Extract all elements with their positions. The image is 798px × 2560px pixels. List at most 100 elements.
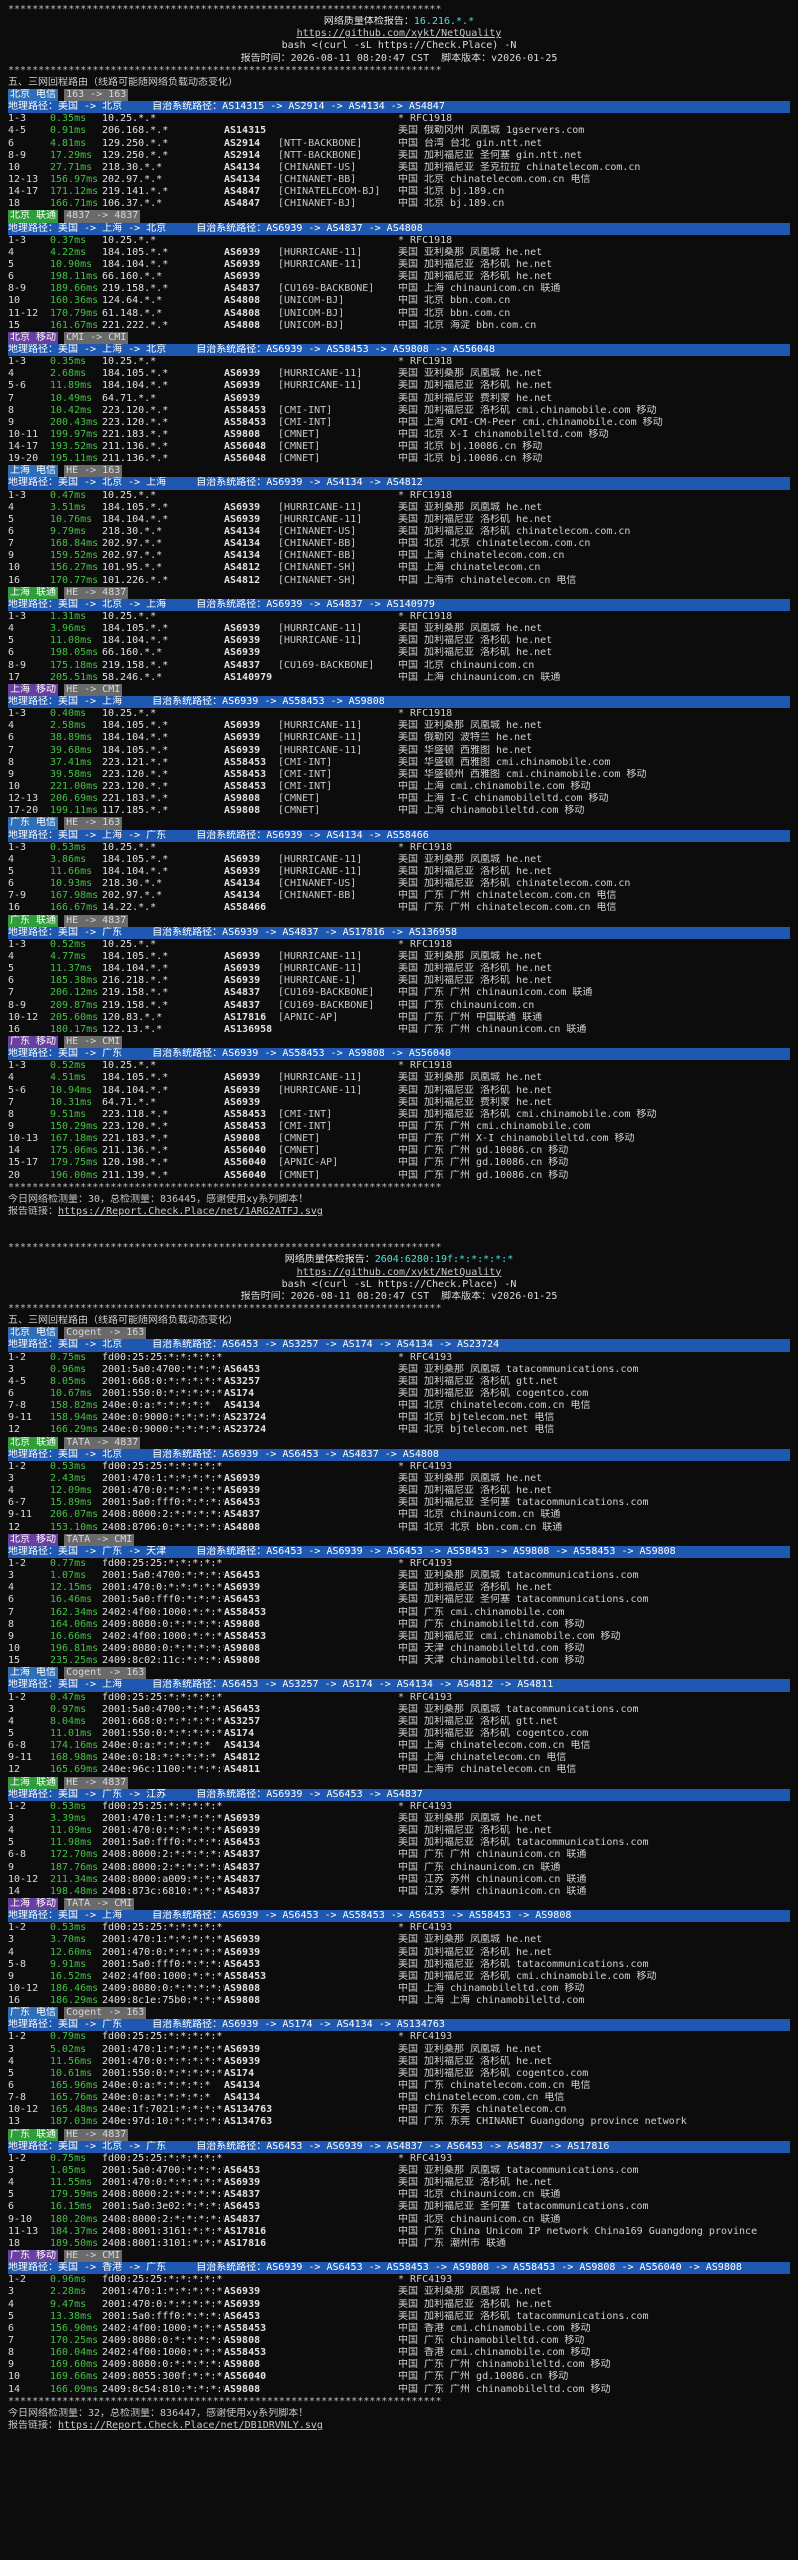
hop-ip: 184.105.*.* xyxy=(102,368,169,380)
hop-network xyxy=(278,356,398,368)
hop-ip: 2408:8000:2:*:*:*:*:* xyxy=(102,2213,224,2225)
hop-location: 美国 亚利桑那 凤凰城 he.net xyxy=(398,950,543,962)
hop-network: [CHINANET-SH] xyxy=(278,562,357,574)
hop-ip: 2408:8000:2:*:*:*:*:* xyxy=(102,1861,224,1873)
hop-asn: AS9808 xyxy=(224,428,261,440)
hop-asn: AS3257 xyxy=(224,1375,261,1387)
hop-latency: 199.97ms xyxy=(50,428,99,440)
hop-latency: 11.89ms xyxy=(50,380,93,392)
hop-row: 19-20 195.11ms 211.136.*.* AS56048 [CMNET] 中国… xyxy=(8,453,790,465)
hop-row: 1-2 0.75ms fd00:25:25:*:*:*:*:* * RFC4193 xyxy=(8,2153,790,2165)
carrier-tag: 上海 联通 xyxy=(8,1776,59,1789)
hop-location: 中国 北京 bbn.com.cn xyxy=(398,307,511,319)
hop-ip: 240e:97d:10:*:*:*:*:* xyxy=(102,2116,224,2128)
hop-number: 1-3 xyxy=(8,841,27,853)
hop-location: 美国 加利福尼亚 洛杉矶 chinatelecom.com.cn xyxy=(398,526,631,538)
hop-ip: 2409:8080:0:*:*:*:*:* xyxy=(102,2359,224,2371)
repo-link-line: https://github.com/xykt/NetQuality xyxy=(8,28,790,40)
hop-location: 中国 广东 广州 chinamobileltd.com 移动 xyxy=(398,2383,611,2395)
hop-location: 美国 加利福尼亚 洛杉矶 he.net xyxy=(398,2055,553,2067)
hop-network xyxy=(278,647,398,659)
repo-link[interactable]: https://github.com/xykt/NetQuality xyxy=(297,1267,502,1278)
report-link[interactable]: https://Report.Check.Place/net/1ARG2ATFJ… xyxy=(58,1206,323,1217)
hop-network xyxy=(278,235,398,247)
hop-asn xyxy=(224,2031,278,2043)
hop-number: 7 xyxy=(8,2335,15,2346)
hop-number: 15-17 xyxy=(8,1157,39,1169)
hop-number: 7 xyxy=(8,987,15,999)
hop-latency: 175.06ms xyxy=(50,1145,99,1157)
hop-network xyxy=(278,1849,398,1861)
hop-latency: 10.94ms xyxy=(50,1084,93,1096)
hop-number: 1-2 xyxy=(8,1922,27,1934)
hop-network: [HURRICANE-11] xyxy=(278,513,363,525)
hop-latency: 12.09ms xyxy=(50,1485,93,1497)
hop-asn xyxy=(224,1801,278,1813)
hop-latency: 12.15ms xyxy=(50,1582,93,1594)
carrier-path-tag: HE -> CMI xyxy=(64,683,123,697)
hop-latency: 184.37ms xyxy=(50,2225,99,2237)
hop-number: 6 xyxy=(8,1594,15,1606)
hop-row: 5 10.76ms 184.104.*.* AS6939 [HURRICANE-11] 美… xyxy=(8,514,790,526)
hop-number: 10 xyxy=(8,295,21,307)
hop-network: [CHINATELECOM-BJ] xyxy=(278,186,381,198)
hop-location: 中国 北京 bjtelecom.net 电信 xyxy=(398,1412,555,1424)
report-link[interactable]: https://Report.Check.Place/net/DB1DRVNLY… xyxy=(58,2420,323,2431)
separator-line: ****************************************… xyxy=(8,64,442,76)
hop-row: 4 12.15ms 2001:470:0:*:*:*:*:* AS6939 美国 加利福… xyxy=(8,1582,790,1594)
hop-row: 3 0.97ms 2001:5a0:4700:*:*:*:*:*AS6453 美国 亚… xyxy=(8,1704,790,1716)
hop-location: * RFC1918 xyxy=(398,708,453,720)
hop-location: 中国 广东 chinatelecom.com.cn 电信 xyxy=(398,2080,591,2092)
carrier-path-tag: HE -> 163 xyxy=(64,817,123,830)
hop-number: 18 xyxy=(8,2237,21,2249)
hop-location: 中国 广东 广州 gd.10086.cn 移动 xyxy=(398,2371,569,2383)
hop-row: 16 180.17ms 122.13.*.* AS136958 中国 广东 广州 chi… xyxy=(8,1024,790,1036)
hop-asn: AS4134 xyxy=(224,2080,261,2092)
hop-ip: 240e:0:a:*:*:*:*:* xyxy=(102,2080,211,2092)
hop-ip: 10.25.*.* xyxy=(102,489,157,501)
hop-location: 美国 加利福尼亚 洛杉矶 he.net xyxy=(398,1825,553,1837)
hop-row: 6 16.46ms 2001:5a0:fff0:*:*:*:*:*AS6453 美国 … xyxy=(8,1594,790,1606)
hop-latency: 206.12ms xyxy=(50,987,99,999)
hop-latency: 166.67ms xyxy=(50,902,99,914)
hop-number: 4 xyxy=(8,2177,15,2189)
carrier-path-tag: TATA -> CMI xyxy=(64,1533,135,1546)
hop-location: 美国 加利福尼亚 圣何塞 tatacommunications.com xyxy=(398,2201,649,2213)
hop-asn: AS58453 xyxy=(224,1108,267,1120)
hop-ip: 2001:5a0:fff0:*:*:*:*:* xyxy=(102,1594,224,1606)
hop-ip: 2001:470:0:*:*:*:*:* xyxy=(102,1825,223,1837)
hop-number: 10 xyxy=(8,781,21,792)
hop-row: 9-11 206.07ms 2408:8000:2:*:*:*:*:* AS4837 中… xyxy=(8,1509,790,1521)
hop-location: 美国 加利福尼亚 洛杉矶 he.net xyxy=(398,258,553,270)
hop-ip: fd00:25:25:*:*:*:*:* xyxy=(102,2031,223,2043)
hop-ip: 221.183.*.* xyxy=(102,793,169,805)
hop-asn: AS6453 xyxy=(224,1594,261,1606)
hop-number: 5 xyxy=(8,1837,15,1849)
hop-row: 12 165.69ms240e:96c:1100:*:*:*:*:*AS4811 中… xyxy=(8,1764,790,1776)
hop-location: 中国 广东 广州 gd.10086.cn 移动 xyxy=(398,1145,569,1157)
hop-row: 16 166.67ms 14.22.*.* AS58466 中国 广东 广州 china… xyxy=(8,902,790,914)
hop-asn: AS6939 xyxy=(224,246,261,258)
hop-location: 美国 亚利桑那 凤凰城 he.net xyxy=(398,853,543,865)
hop-network xyxy=(278,1934,398,1946)
hop-row: 11-13 184.37ms2408:8001:3161:*:*:*:*:*AS1… xyxy=(8,2226,790,2238)
hop-row: 14 198.48ms2408:873c:6810:*:*:*:*:*AS4837… xyxy=(8,1886,790,1898)
hop-network xyxy=(278,1704,398,1716)
hop-asn: AS6939 xyxy=(224,975,261,987)
repo-link[interactable]: https://github.com/xykt/NetQuality xyxy=(297,28,502,39)
hop-asn: AS6939 xyxy=(224,865,261,877)
hop-row: 5 13.38ms 2001:5a0:fff0:*:*:*:*:*AS6453 美国 … xyxy=(8,2311,790,2323)
hop-row: 6-8 172.70ms 2408:8000:2:*:*:*:*:* AS4837 中国… xyxy=(8,1849,790,1861)
hop-network: [UNICOM-BJ] xyxy=(278,307,345,319)
hop-row: 8 37.41ms 223.121.*.* AS58453 [CMI-INT] 美国 华盛… xyxy=(8,757,790,769)
route-group-header: 北京 联通 TATA -> 4837 xyxy=(8,1436,790,1449)
hop-latency: 193.52ms xyxy=(50,441,99,453)
hop-asn: AS9808 xyxy=(224,1618,261,1630)
hop-row: 5 10.90ms 184.104.*.* AS6939 [HURRICANE-11] 美… xyxy=(8,259,790,271)
hop-number: 1-3 xyxy=(8,611,27,623)
hop-ip: 101.226.*.* xyxy=(102,574,169,586)
hop-asn: AS6939 xyxy=(224,513,261,525)
hop-ip: 2001:470:1:*:*:*:*:* xyxy=(102,1473,223,1485)
hop-ip: 221.183.*.* xyxy=(102,1133,169,1145)
hop-number: 10-11 xyxy=(8,428,39,440)
